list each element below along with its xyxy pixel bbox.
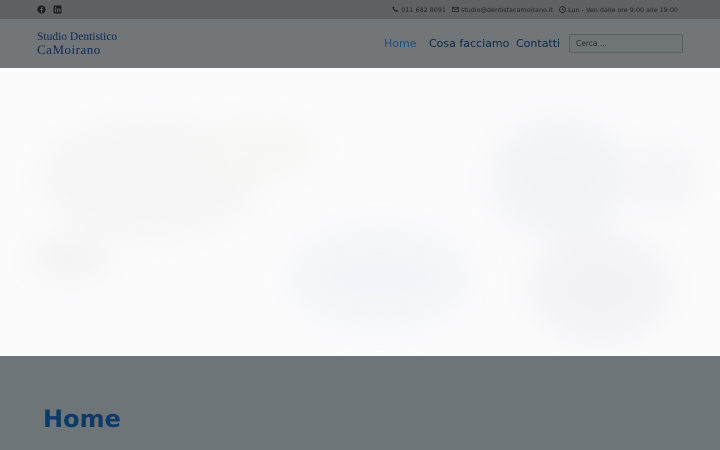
hero-photo-faded [30, 118, 700, 343]
nav-item-contatti[interactable]: Contatti [516, 37, 560, 50]
envelope-icon [452, 6, 459, 13]
hours-info: Lun - Ven dalle ore 9:00 alle 19:00 [559, 6, 678, 14]
phone-icon [392, 6, 399, 12]
top-bar: 011 682 8091 studio@dentistacamoirano.it… [0, 0, 720, 19]
contact-info: 011 682 8091 studio@dentistacamoirano.it… [392, 4, 678, 15]
clock-icon [559, 6, 566, 13]
logo-text-line2: CaMoirano [37, 42, 101, 57]
page-title: Home [43, 405, 121, 433]
email-address: studio@dentistacamoirano.it [460, 5, 554, 14]
nav-item-cosa-facciamo[interactable]: Cosa facciamo [429, 37, 509, 50]
site-logo[interactable]: Studio Dentistico CaMoirano [37, 31, 137, 57]
email-contact[interactable]: studio@dentistacamoirano.it [452, 6, 553, 14]
facebook-icon[interactable] [36, 4, 46, 14]
hero-image [0, 68, 720, 356]
search-input[interactable] [569, 34, 683, 53]
phone-contact[interactable]: 011 682 8091 [392, 6, 446, 14]
main-content: Home [0, 356, 720, 450]
opening-hours: Lun - Ven dalle ore 9:00 alle 19:00 [568, 5, 678, 14]
phone-number: 011 682 8091 [401, 5, 446, 14]
linkedin-icon[interactable] [52, 4, 62, 14]
nav-item-home[interactable]: Home [384, 37, 416, 50]
